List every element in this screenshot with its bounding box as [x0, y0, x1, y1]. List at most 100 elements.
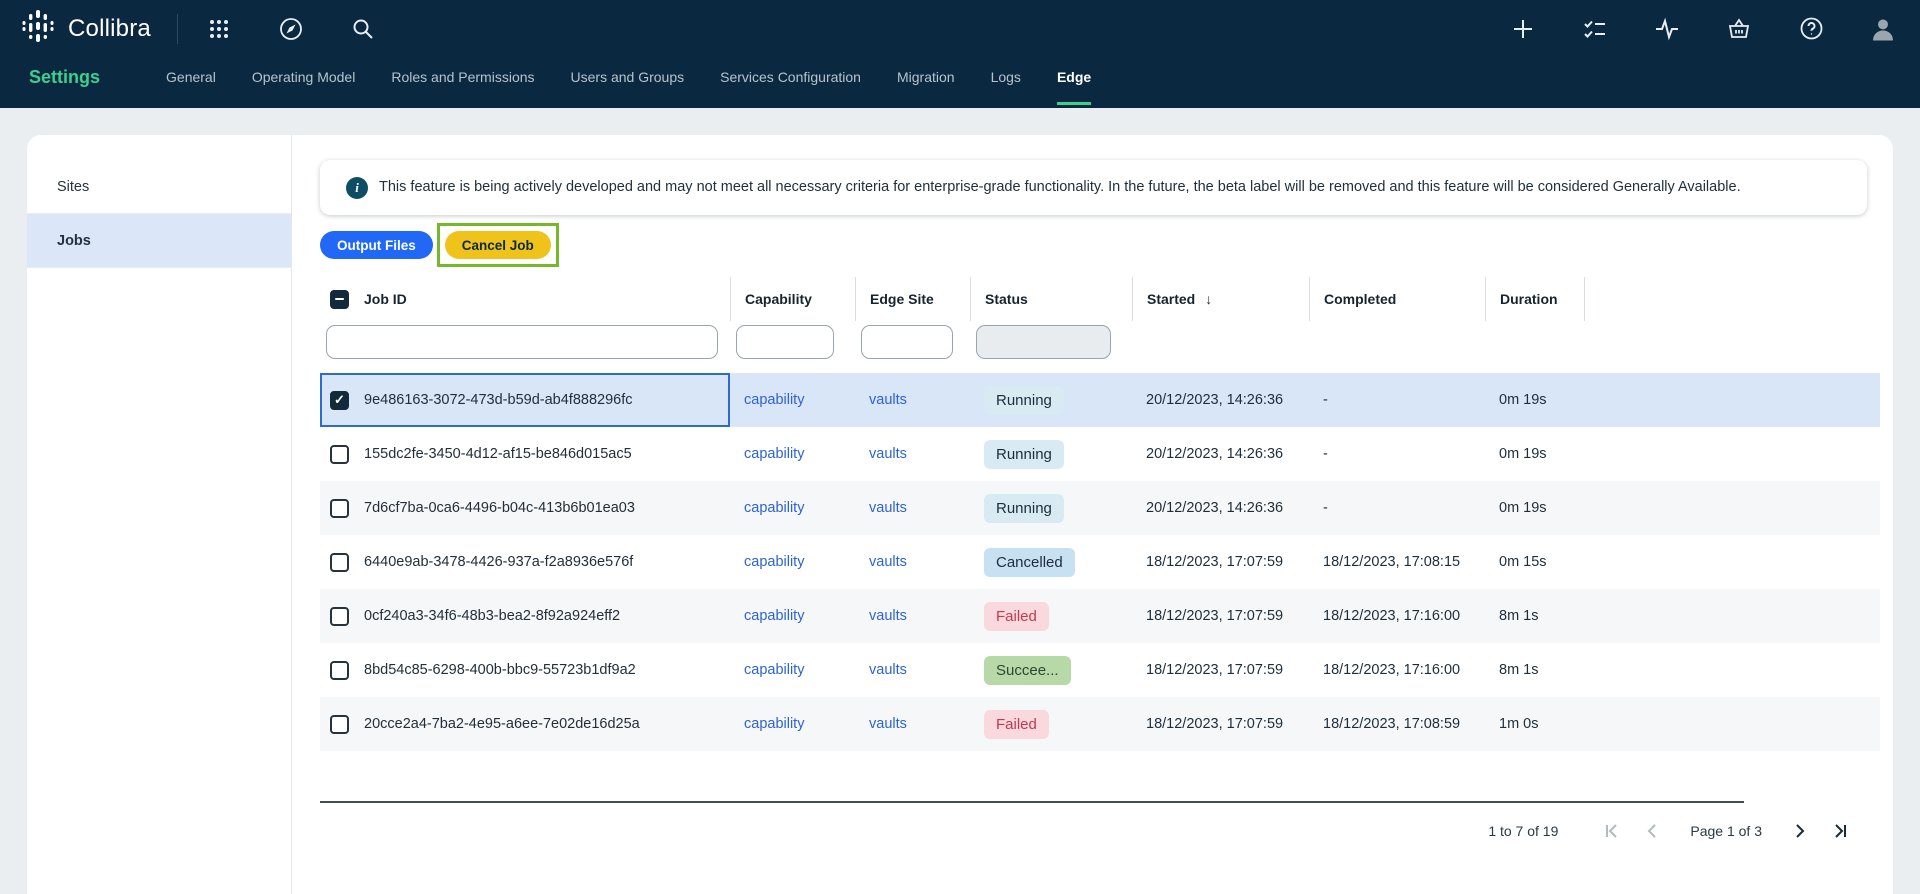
edge-sidebar: SitesJobs: [27, 135, 292, 894]
job-id-value: 9e486163-3072-473d-b59d-ab4f888296fc: [364, 392, 632, 408]
tab-operating-model[interactable]: Operating Model: [252, 57, 356, 105]
jobs-table-header: Job ID Capability Edge Site Status Start…: [320, 277, 1880, 321]
sort-descending-icon[interactable]: ↓: [1205, 291, 1212, 307]
edge-site-link[interactable]: vaults: [869, 608, 907, 624]
job-id-value: 0cf240a3-34f6-48b3-bea2-8f92a924eff2: [364, 608, 620, 624]
apps-grid-icon[interactable]: [206, 16, 232, 42]
tab-migration[interactable]: Migration: [897, 57, 955, 105]
table-row[interactable]: 7d6cf7ba-0ca6-4496-b04c-413b6b01ea03 capa…: [320, 481, 1880, 535]
help-icon[interactable]: [1798, 16, 1824, 42]
select-all-checkbox[interactable]: [330, 290, 349, 309]
column-header-capability[interactable]: Capability: [730, 277, 855, 321]
edge-site-link[interactable]: vaults: [869, 446, 907, 462]
capability-link[interactable]: capability: [744, 554, 804, 570]
edge-site-link[interactable]: vaults: [869, 716, 907, 732]
tab-general[interactable]: General: [166, 57, 216, 105]
job-id-value: 8bd54c85-6298-400b-bbc9-55723b1df9a2: [364, 662, 636, 678]
capability-link[interactable]: capability: [744, 716, 804, 732]
row-checkbox[interactable]: [330, 661, 349, 680]
tab-users-and-groups[interactable]: Users and Groups: [571, 57, 685, 105]
job-id-filter-input[interactable]: [326, 325, 718, 359]
previous-page-button[interactable]: [1640, 819, 1664, 843]
capability-link[interactable]: capability: [744, 392, 804, 408]
edge-site-link[interactable]: vaults: [869, 392, 907, 408]
last-page-button[interactable]: [1828, 819, 1852, 843]
tab-services-configuration[interactable]: Services Configuration: [720, 57, 861, 105]
topbar-divider: [177, 14, 178, 44]
row-checkbox[interactable]: ✓: [330, 391, 349, 410]
capability-link[interactable]: capability: [744, 662, 804, 678]
user-avatar[interactable]: [1870, 16, 1896, 42]
capability-filter-input[interactable]: [736, 325, 834, 359]
job-id-cell: 7d6cf7ba-0ca6-4496-b04c-413b6b01ea03: [320, 481, 730, 535]
duration-cell: 0m 15s: [1485, 535, 1584, 589]
search-icon[interactable]: [350, 16, 376, 42]
basket-icon[interactable]: [1726, 16, 1752, 42]
table-row[interactable]: 8bd54c85-6298-400b-bbc9-55723b1df9a2 capa…: [320, 643, 1880, 697]
table-row[interactable]: 6440e9ab-3478-4426-937a-f2a8936e576fcapa…: [320, 535, 1880, 589]
column-header-edge-site[interactable]: Edge Site: [855, 277, 970, 321]
tab-roles-and-permissions[interactable]: Roles and Permissions: [391, 57, 534, 105]
duration-cell: 0m 19s: [1485, 427, 1584, 481]
capability-link[interactable]: capability: [744, 500, 804, 516]
row-checkbox[interactable]: [330, 499, 349, 518]
edge-site-link[interactable]: vaults: [869, 662, 907, 678]
status-badge: Running: [984, 440, 1064, 469]
cancel-job-button[interactable]: Cancel Job: [445, 231, 551, 259]
column-header-duration[interactable]: Duration: [1485, 277, 1584, 321]
duration-cell: 8m 1s: [1485, 589, 1584, 643]
capability-link[interactable]: capability: [744, 446, 804, 462]
row-checkbox[interactable]: [330, 607, 349, 626]
job-id-cell: ✓ 9e486163-3072-473d-b59d-ab4f888296fc: [320, 373, 730, 427]
sidebar-item-sites[interactable]: Sites: [27, 160, 291, 214]
job-actions-toolbar: Output Files Cancel Job: [320, 231, 1880, 259]
row-checkbox[interactable]: [330, 553, 349, 572]
started-cell: 18/12/2023, 17:07:59: [1132, 589, 1309, 643]
pagination-bar: 1 to 7 of 19 Page 1 of 3: [320, 803, 1880, 843]
column-header-started[interactable]: Started ↓: [1132, 277, 1309, 321]
duration-cell: 8m 1s: [1485, 643, 1584, 697]
status-badge: Running: [984, 386, 1064, 415]
completed-cell: -: [1309, 427, 1485, 481]
top-navigation-bar: Collibra: [0, 0, 1920, 108]
column-header-completed[interactable]: Completed: [1309, 277, 1485, 321]
completed-cell: -: [1309, 481, 1485, 535]
edge-site-link[interactable]: vaults: [869, 554, 907, 570]
column-header-spacer: [1584, 277, 1675, 321]
duration-cell: 0m 19s: [1485, 481, 1584, 535]
sidebar-item-jobs[interactable]: Jobs: [27, 214, 291, 268]
status-filter-input[interactable]: [976, 325, 1111, 359]
brand-name: Collibra: [68, 15, 151, 43]
column-header-job-id[interactable]: Job ID: [364, 291, 407, 307]
cancel-job-highlight-box: Cancel Job: [445, 231, 551, 259]
status-badge: Failed: [984, 602, 1049, 631]
collibra-logo[interactable]: Collibra: [20, 8, 151, 49]
add-plus-icon[interactable]: [1510, 16, 1536, 42]
status-badge: Failed: [984, 710, 1049, 739]
edge-site-link[interactable]: vaults: [869, 500, 907, 516]
job-id-value: 7d6cf7ba-0ca6-4496-b04c-413b6b01ea03: [364, 500, 635, 516]
table-row[interactable]: 0cf240a3-34f6-48b3-bea2-8f92a924eff2 capa…: [320, 589, 1880, 643]
started-cell: 20/12/2023, 14:26:36: [1132, 481, 1309, 535]
tasks-checklist-icon[interactable]: [1582, 16, 1608, 42]
row-checkbox[interactable]: [330, 445, 349, 464]
tab-logs[interactable]: Logs: [991, 57, 1021, 105]
tab-edge[interactable]: Edge: [1057, 57, 1091, 105]
capability-link[interactable]: capability: [744, 608, 804, 624]
compass-icon[interactable]: [278, 16, 304, 42]
table-row[interactable]: ✓ 9e486163-3072-473d-b59d-ab4f888296fc cap…: [320, 373, 1880, 427]
pagination-page-label: Page 1 of 3: [1690, 823, 1762, 839]
column-header-status[interactable]: Status: [970, 277, 1132, 321]
table-row[interactable]: 20cce2a4-7ba2-4e95-a6ee-7e02de16d25acapa…: [320, 697, 1880, 751]
beta-info-text: This feature is being actively developed…: [379, 176, 1741, 199]
row-checkbox[interactable]: [330, 715, 349, 734]
jobs-main-content: i This feature is being actively develop…: [292, 135, 1893, 894]
activity-pulse-icon[interactable]: [1654, 16, 1680, 42]
table-row[interactable]: 155dc2fe-3450-4d12-af15-be846d015ac5capa…: [320, 427, 1880, 481]
started-cell: 20/12/2023, 14:26:36: [1132, 373, 1309, 427]
settings-tabs: General Operating Model Roles and Permissi…: [166, 57, 1127, 105]
output-files-button[interactable]: Output Files: [320, 231, 433, 259]
edge-site-filter-input[interactable]: [861, 325, 953, 359]
next-page-button[interactable]: [1788, 819, 1812, 843]
first-page-button[interactable]: [1600, 819, 1624, 843]
